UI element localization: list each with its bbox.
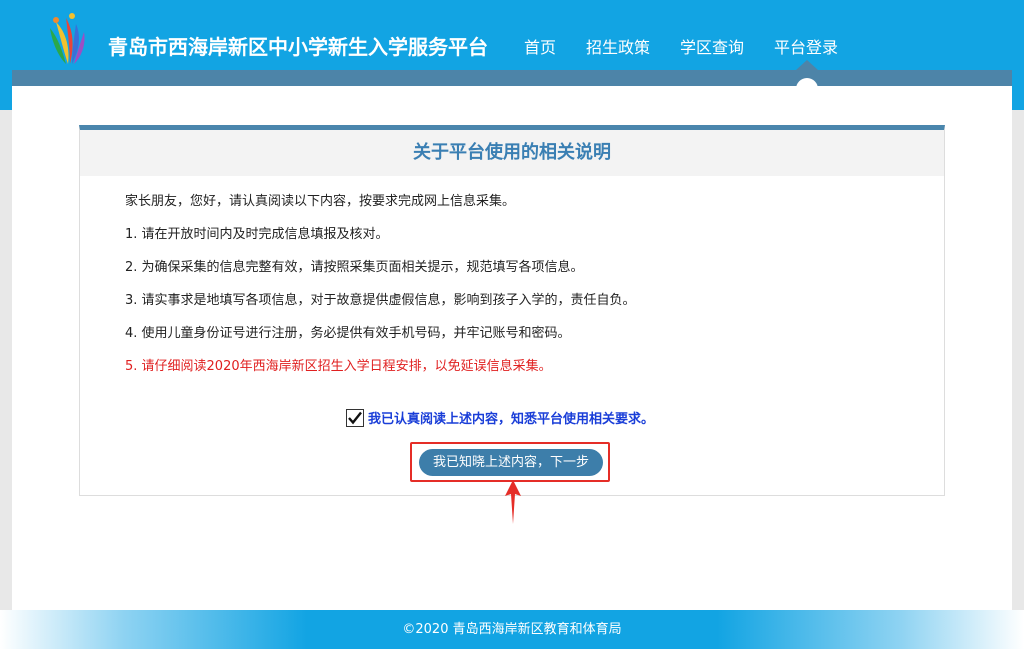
agree-checkbox[interactable] <box>346 408 364 427</box>
agree-label[interactable]: 我已认真阅读上述内容，知悉平台使用相关要求。 <box>368 408 654 427</box>
nav-item-policy[interactable]: 招生政策 <box>586 34 650 58</box>
footer-copyright: ©2020 青岛西海岸新区教育和体育局 <box>402 622 622 637</box>
intro-text: 家长朋友，您好，请认真阅读以下内容，按要求完成网上信息采集。 <box>125 194 516 209</box>
nav-item-home[interactable]: 首页 <box>524 34 556 58</box>
instruction-item: 3. 请实事求是地填写各项信息，对于故意提供虚假信息，影响到孩子入学的，责任自负… <box>125 293 636 308</box>
instruction-item: 1. 请在开放时间内及时完成信息填报及核对。 <box>125 227 389 242</box>
highlight-box: 我已知晓上述内容，下一步 <box>410 442 610 482</box>
card-title: 关于平台使用的相关说明 <box>80 130 944 176</box>
instructions-card: 关于平台使用的相关说明 家长朋友，您好，请认真阅读以下内容，按要求完成网上信息采… <box>79 125 945 496</box>
site-logo-icon[interactable] <box>42 12 90 66</box>
instruction-item: 4. 使用儿童身份证号进行注册，务必提供有效手机号码，并牢记账号和密码。 <box>125 326 571 341</box>
card-body: 家长朋友，您好，请认真阅读以下内容，按要求完成网上信息采集。 1. 请在开放时间… <box>80 176 944 390</box>
site-footer: ©2020 青岛西海岸新区教育和体育局 <box>0 610 1024 649</box>
red-arrow-icon <box>505 480 521 524</box>
checkmark-icon <box>348 411 362 424</box>
nav-item-login[interactable]: 平台登录 <box>774 34 838 58</box>
nav-active-dot <box>796 78 818 100</box>
agree-row[interactable]: 我已认真阅读上述内容，知悉平台使用相关要求。 <box>346 408 654 427</box>
header-bar <box>12 70 1012 86</box>
next-step-button[interactable]: 我已知晓上述内容，下一步 <box>419 449 603 476</box>
schedule-notice: 5. 请仔细阅读2020年西海岸新区招生入学日程安排，以免延误信息采集。 <box>125 359 552 374</box>
nav-active-indicator <box>796 60 818 70</box>
instruction-item: 2. 为确保采集的信息完整有效，请按照采集页面相关提示，规范填写各项信息。 <box>125 260 584 275</box>
site-title: 青岛市西海岸新区中小学新生入学服务平台 <box>108 35 488 59</box>
nav-item-district-query[interactable]: 学区查询 <box>680 34 744 58</box>
